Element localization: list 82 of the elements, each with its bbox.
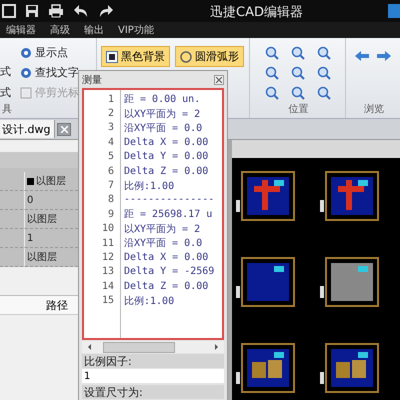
output-line: Delta Z = 0.00 — [123, 166, 208, 177]
horizontal-scrollbar[interactable] — [82, 341, 224, 353]
output-line: 以XY平面为 = 2 — [123, 108, 200, 121]
zoom-icon[interactable] — [290, 66, 304, 80]
output-line: 沿XY平面 = 0.0 — [123, 122, 202, 135]
line-number: 8 — [106, 194, 114, 206]
line-number: 15 — [100, 295, 114, 306]
property-value[interactable]: 0 — [25, 191, 78, 209]
circle-icon — [20, 46, 32, 58]
menu-item[interactable]: 编辑器 — [6, 23, 36, 37]
line-number: 9 — [106, 208, 114, 220]
close-button[interactable] — [57, 122, 72, 136]
line-number: 6 — [106, 166, 114, 177]
property-value[interactable]: 以图层 — [25, 210, 78, 228]
zoom-icon[interactable] — [264, 46, 278, 60]
menu-item[interactable]: 输出 — [84, 23, 104, 37]
menu-item[interactable]: VIP功能 — [118, 23, 154, 37]
menu-item[interactable]: 高级 — [50, 23, 70, 37]
scale-field[interactable]: 1 — [82, 369, 224, 383]
close-icon — [60, 126, 68, 132]
line-number: 10 — [100, 223, 114, 234]
app-logo-icon — [388, 4, 400, 18]
print-icon[interactable] — [48, 4, 64, 18]
circle-icon — [20, 66, 32, 78]
property-value[interactable]: 以图层 — [25, 172, 78, 190]
output-line: --------------- — [123, 194, 214, 206]
color-swatch-icon — [27, 178, 34, 184]
output-line: 沿XY平面 = 0.0 — [123, 237, 202, 250]
magnifier-icon[interactable] — [316, 86, 330, 100]
ribbon-label: 式 — [0, 85, 12, 100]
output-line: Delta Y = -2569 — [123, 266, 214, 278]
group-label: 位置 — [288, 102, 308, 116]
line-number: 5 — [106, 151, 114, 162]
output-line: 比例:1.00 — [123, 180, 174, 193]
line-number: 3 — [106, 122, 114, 134]
property-value[interactable]: 以图层 — [25, 248, 78, 266]
square-icon — [106, 50, 118, 62]
field-label: 设置尺寸为: — [82, 385, 224, 399]
zoom-icon[interactable] — [290, 86, 304, 100]
tool-button[interactable]: 显示点 — [20, 44, 79, 61]
line-number: 1 — [106, 94, 114, 105]
line-number: 13 — [100, 266, 114, 278]
line-number: 4 — [106, 136, 114, 148]
output-line: 距 = 0.00 un. — [123, 93, 200, 106]
output-line: Delta Z = 0.00 — [123, 280, 208, 292]
line-number: 2 — [106, 108, 114, 120]
left-arrow-icon[interactable] — [354, 50, 370, 62]
line-number: 14 — [100, 280, 114, 292]
close-icon — [216, 76, 222, 82]
document-icon — [20, 86, 32, 98]
window-title: 迅捷CAD编辑器 — [210, 4, 303, 21]
output-line: 以XY平面为 = 2 — [123, 222, 200, 236]
arc-icon — [180, 50, 192, 62]
toggle-button[interactable]: 圆滑弧形 — [175, 46, 244, 67]
close-button[interactable] — [214, 74, 224, 84]
zoom-icon[interactable] — [264, 86, 278, 100]
line-number: 12 — [100, 252, 114, 263]
line-number: 7 — [106, 180, 114, 192]
zoom-icon[interactable] — [264, 66, 278, 80]
zoom-icon[interactable] — [290, 46, 304, 60]
ribbon-label: 式 — [0, 64, 12, 79]
group-label: 具 — [1, 103, 12, 116]
magnifier-icon[interactable] — [316, 46, 330, 60]
field-label: 比例因子: — [82, 354, 224, 368]
redo-icon[interactable] — [98, 4, 114, 18]
output-line: Delta Y = 0.00 — [123, 151, 208, 162]
toggle-button[interactable]: 黑色背景 — [101, 46, 170, 67]
output-line: 距 = 25698.17 u — [123, 208, 212, 222]
output-line: Delta X = 0.00 — [123, 136, 208, 148]
document-tab[interactable]: 设计.dwg — [0, 120, 56, 138]
column-header: 路径 — [46, 298, 68, 312]
output-line: Delta X = 0.00 — [123, 252, 208, 263]
right-arrow-icon[interactable] — [376, 50, 392, 62]
dialog-title: 测量 — [82, 74, 102, 86]
property-value[interactable]: 1 — [25, 229, 78, 247]
group-label: 浏览 — [363, 102, 384, 116]
magnifier-icon[interactable] — [316, 66, 330, 80]
undo-icon[interactable] — [73, 4, 89, 18]
save-icon[interactable] — [25, 4, 39, 18]
tool-button[interactable]: 查找文字 — [20, 64, 79, 81]
output-line: 比例:1.00 — [123, 294, 174, 308]
line-number: 11 — [100, 238, 114, 249]
